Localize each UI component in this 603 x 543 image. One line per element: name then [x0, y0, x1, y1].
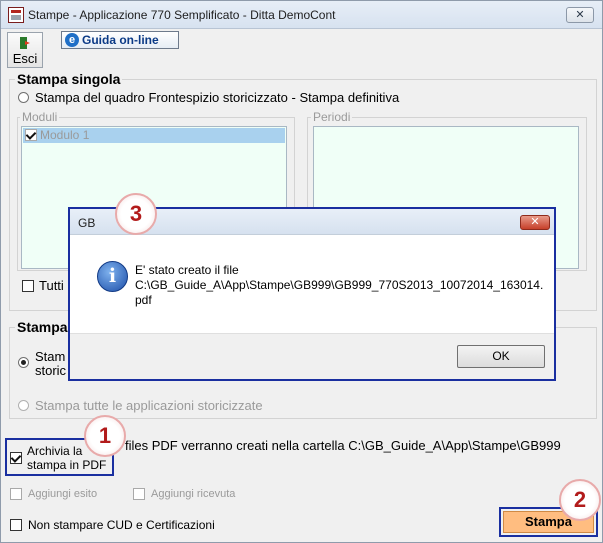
- add-receipt-label: Aggiungi ricevuta: [151, 488, 236, 500]
- step-badge-3: 3: [115, 193, 157, 235]
- archive-pdf-checkbox[interactable]: [10, 452, 22, 464]
- step-badge-1: 1: [84, 415, 126, 457]
- dialog-message: E' stato creato il file C:\GB_Guide_A\Ap…: [135, 263, 545, 308]
- dialog-message-line1: E' stato creato il file: [135, 263, 239, 277]
- archive-pdf-label-line2: stampa in PDF: [27, 458, 107, 472]
- print-all-label: Stampa tutte le applicazioni storicizzat…: [35, 398, 263, 413]
- module-checkbox[interactable]: [25, 129, 37, 141]
- exit-icon: [20, 37, 30, 49]
- multi-print-title: Stampa: [15, 319, 70, 335]
- modules-title: Moduli: [20, 110, 60, 124]
- add-outcome-checkbox[interactable]: [10, 488, 22, 500]
- all-modules-checkbox[interactable]: [22, 280, 34, 292]
- ok-button[interactable]: OK: [457, 345, 545, 368]
- archive-pdf-label-line1: Archivia la: [27, 444, 83, 458]
- online-help-label: Guida on-line: [82, 33, 159, 47]
- main-window: Stampe - Applicazione 770 Semplificato -…: [0, 0, 603, 543]
- single-print-radio[interactable]: [18, 92, 29, 103]
- dialog-footer: OK: [70, 333, 554, 379]
- multi-print-radio-label-line2: storic: [35, 363, 67, 378]
- no-cud-checkbox[interactable]: [10, 519, 22, 531]
- browser-icon: e: [65, 33, 79, 47]
- window-titlebar: Stampe - Applicazione 770 Semplificato -…: [1, 1, 602, 29]
- dialog-body: i E' stato creato il file C:\GB_Guide_A\…: [70, 236, 554, 333]
- step-badge-2: 2: [559, 479, 601, 521]
- dialog-message-line3: pdf: [135, 293, 152, 307]
- single-print-title: Stampa singola: [15, 71, 123, 87]
- window-title: Stampe - Applicazione 770 Semplificato -…: [28, 8, 336, 22]
- multi-print-radio-selected[interactable]: [18, 357, 29, 368]
- add-receipt-checkbox[interactable]: [133, 488, 145, 500]
- multi-print-radio-label-line1: Stam: [35, 349, 66, 364]
- exit-label: Esci: [12, 51, 38, 66]
- archive-pdf-info: files PDF verranno creati nella cartella…: [125, 438, 561, 453]
- window-close-button[interactable]: ✕: [566, 7, 594, 23]
- add-outcome-label: Aggiungi esito: [28, 488, 98, 500]
- all-modules-label: Tutti: [39, 278, 64, 293]
- periods-title: Periodi: [311, 110, 353, 124]
- dialog-message-line2: C:\GB_Guide_A\App\Stampe\GB999\GB999_770…: [135, 278, 544, 292]
- dialog-title: GB: [78, 216, 96, 230]
- single-print-radio-label: Stampa del quadro Frontespizio storicizz…: [35, 90, 400, 105]
- module-label: Modulo 1: [40, 128, 90, 142]
- dialog-close-button[interactable]: ✕: [520, 215, 550, 230]
- app-icon: [8, 7, 24, 23]
- print-all-radio[interactable]: [18, 400, 29, 411]
- exit-button[interactable]: Esci: [7, 32, 43, 68]
- no-cud-label: Non stampare CUD e Certificazioni: [28, 518, 215, 532]
- info-icon: i: [97, 261, 128, 292]
- online-help-button[interactable]: e Guida on-line: [61, 31, 179, 49]
- list-item[interactable]: Modulo 1: [23, 128, 285, 143]
